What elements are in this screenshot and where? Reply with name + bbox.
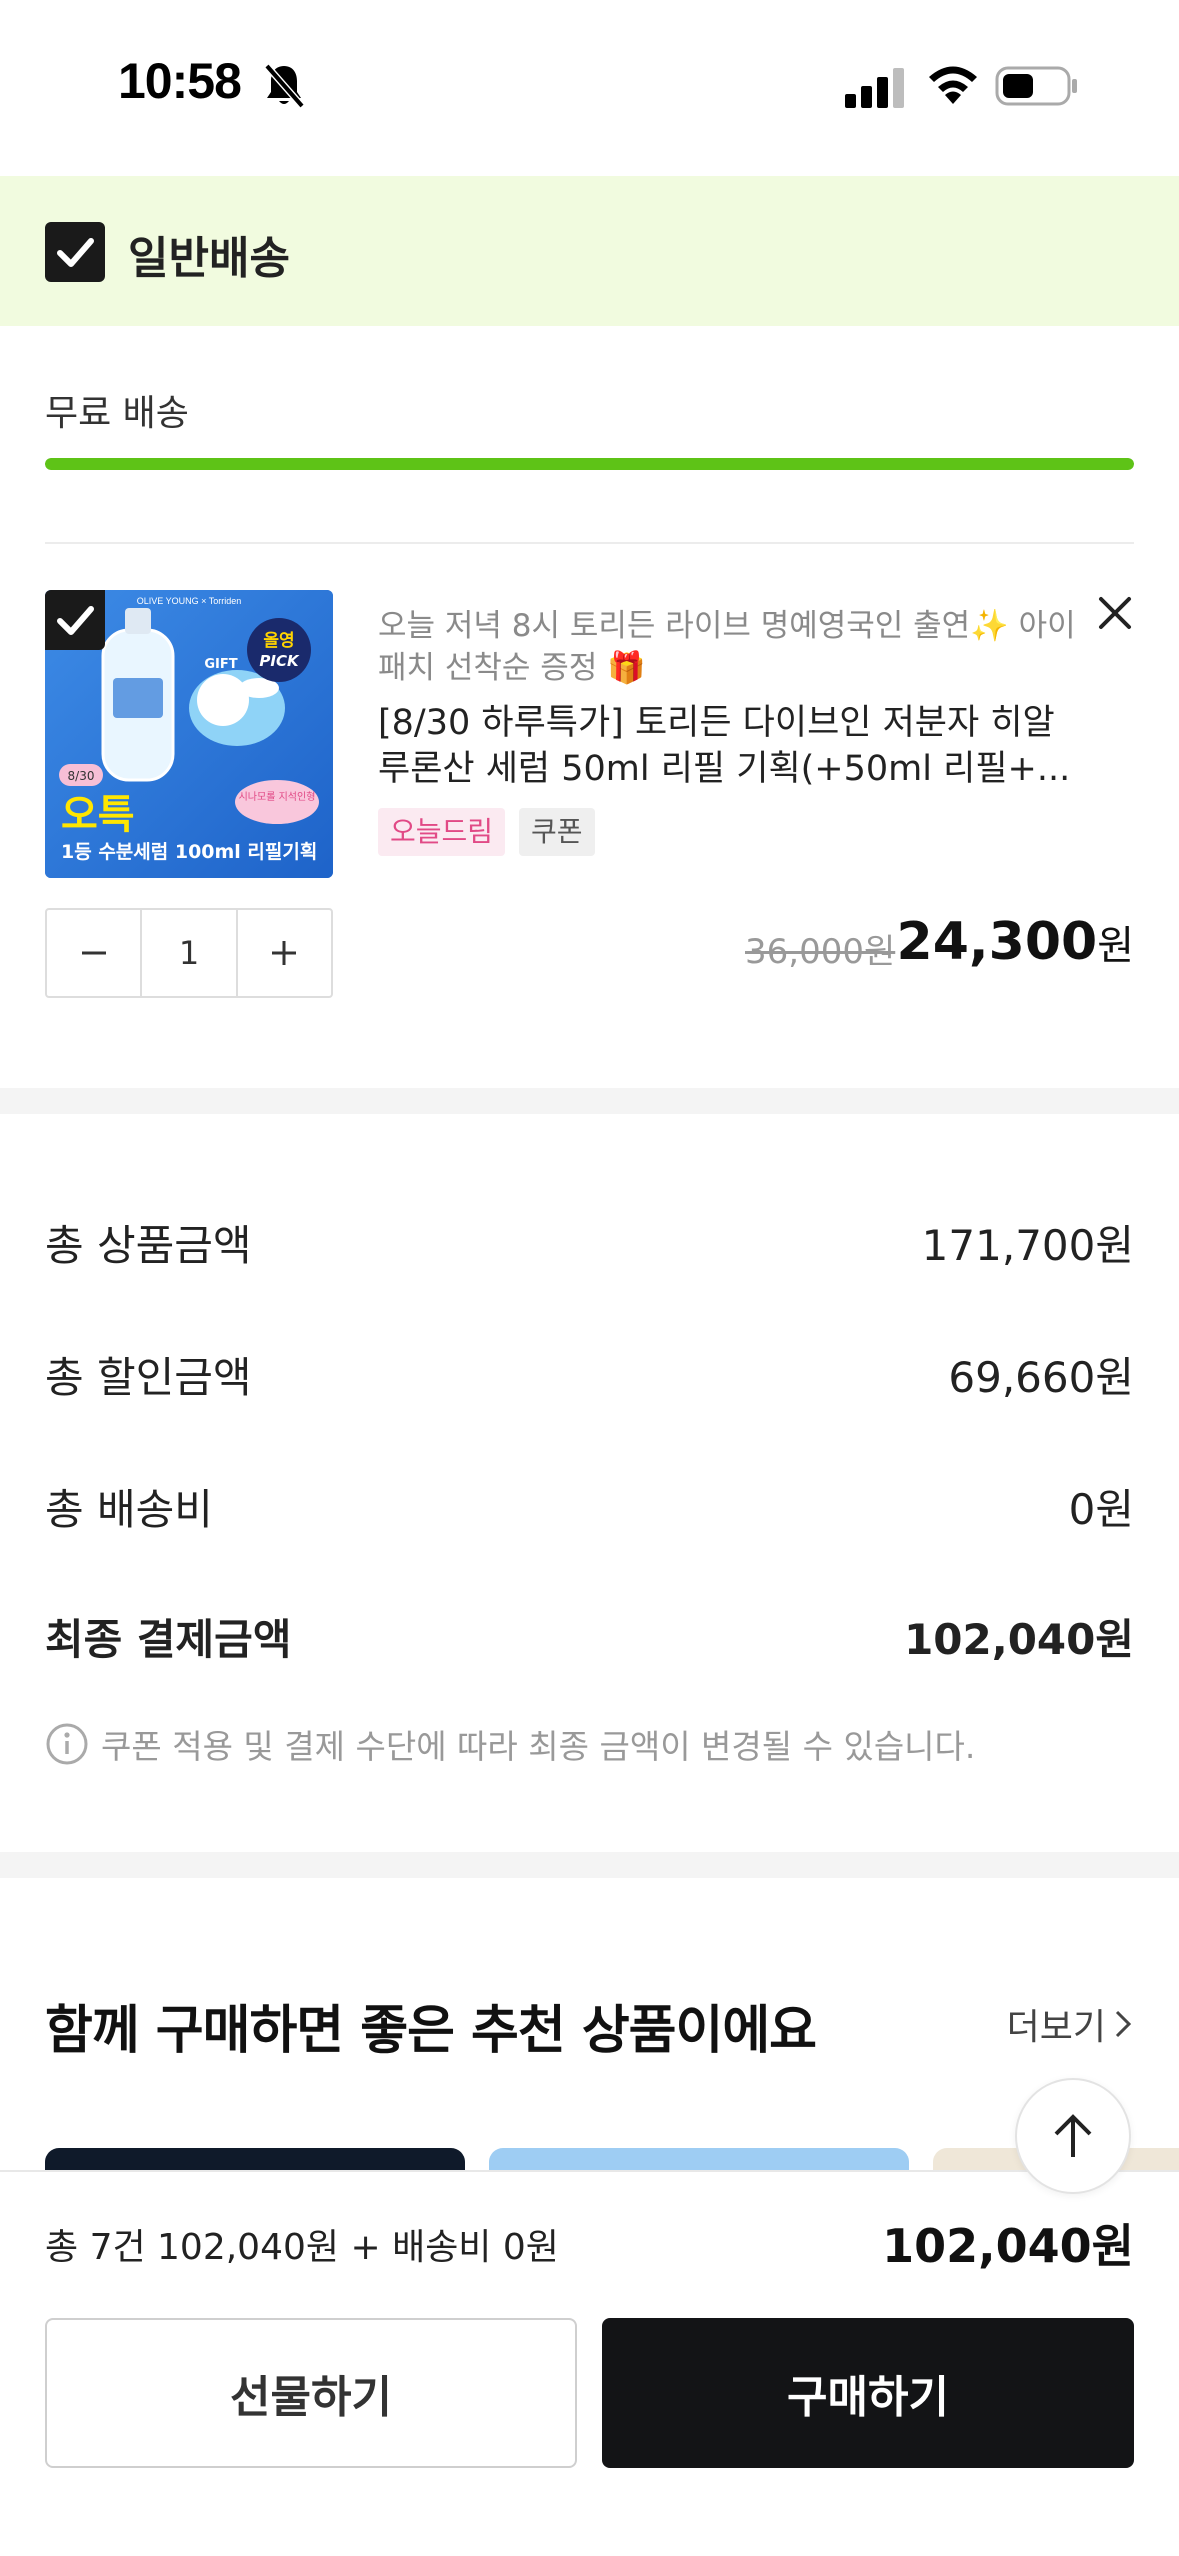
plus-icon [272,941,297,965]
free-shipping-progress-fill [45,458,1134,470]
price-notice-text: 쿠폰 적용 및 결제 수단에 따라 최종 금액이 변경될 수 있습니다. [101,1727,976,1766]
summary-row-final-total: 최종 결제금액 102,040원 [45,1606,1134,1667]
shipping-group-title: 일반배송 [128,233,290,284]
final-total-value: 102,040원 [904,1615,1134,1664]
battery-icon [995,66,1077,106]
summary-label: 총 배송비 [45,1485,213,1534]
minus-icon [81,951,106,955]
signal-icon [845,68,904,108]
shipping-group-header: 일반배송 [0,176,1179,326]
chevron-right-icon [1115,2010,1132,2038]
section-divider [0,1088,1179,1114]
badge-today-dream: 오늘드림 [378,808,506,856]
buy-button[interactable]: 구매하기 [602,2318,1134,2468]
sale-price: 24,300원 [897,912,1134,972]
decrease-button[interactable] [47,910,140,996]
remove-item-close-icon[interactable] [1092,590,1138,636]
final-total-label: 최종 결제금액 [45,1615,292,1664]
wifi-icon [929,66,977,104]
bottom-checkout-bar: 총 7건 102,040원 + 배송비 0원 102,040원 선물하기 구매하… [0,2170,1179,2556]
gift-button[interactable]: 선물하기 [45,2318,577,2468]
check-icon [57,238,94,267]
thumb-brand: OLIVE YOUNG × Torriden [137,596,241,606]
arrow-up-icon [1054,2114,1092,2157]
divider [45,542,1134,544]
thumb-tag: 시나모롤 지석인형 [239,791,316,803]
recommendation-more-link[interactable]: 더보기 [1007,1998,1134,2050]
thumb-headline: 오특 [61,792,135,838]
summary-value: 69,660원 [948,1353,1134,1402]
thumb-gift: GIFT [204,657,237,672]
thumb-pick-line1: 올영 [263,631,294,651]
original-price: 36,000원 [745,932,896,972]
check-icon [57,606,94,635]
order-total: 102,040원 [882,2219,1134,2273]
product-name[interactable]: [8/30 하루특가] 토리든 다이브인 저분자 히알루론산 세럼 50ml 리… [378,700,1078,792]
status-time: 10:58 [118,53,242,109]
recommendation-title: 함께 구매하면 좋은 추천 상품이에요 [45,2001,817,2061]
free-shipping-label: 무료 배송 [45,393,189,434]
badge-coupon: 쿠폰 [519,808,595,856]
thumb-sub: 1등 수분세럼 100ml 리필기획 [61,841,317,863]
order-summary-text: 총 7건 102,040원 + 배송비 0원 [45,2227,559,2268]
sale-price-unit: 원 [1097,923,1134,969]
summary-value: 171,700원 [921,1221,1134,1270]
summary-value: 0원 [1068,1485,1134,1534]
price-notice: 쿠폰 적용 및 결제 수단에 따라 최종 금액이 변경될 수 있습니다. [45,1720,975,1768]
bell-slash-icon [264,63,305,109]
quantity-value[interactable]: 1 [140,910,238,996]
summary-row-shipping-fee: 총 배송비 0원 [45,1476,1134,1537]
section-divider [0,1852,1179,1878]
thumb-date: 8/30 [68,769,95,783]
free-shipping-progress [45,458,1134,470]
info-icon [46,1723,88,1765]
status-bar: 10:58 [0,0,1179,176]
product-checkbox[interactable] [45,590,105,650]
more-label: 더보기 [1006,2007,1106,2048]
group-checkbox[interactable] [45,222,105,282]
summary-row-discount-total: 총 할인금액 69,660원 [45,1344,1134,1405]
summary-label: 총 할인금액 [45,1353,252,1402]
scroll-to-top-button[interactable] [1015,2078,1131,2194]
summary-label: 총 상품금액 [45,1221,252,1270]
summary-row-product-total: 총 상품금액 171,700원 [45,1212,1134,1273]
quantity-stepper: 1 [45,908,333,998]
product-promo-text: 오늘 저녁 8시 토리든 라이브 명예영국인 출연✨ 아이패치 선착순 증정 🎁 [378,608,1076,686]
sale-price-value: 24,300 [896,912,1098,972]
increase-button[interactable] [238,910,331,996]
thumb-pick-line2: PICK [259,652,300,670]
product-badges: 오늘드림 쿠폰 [378,808,595,856]
